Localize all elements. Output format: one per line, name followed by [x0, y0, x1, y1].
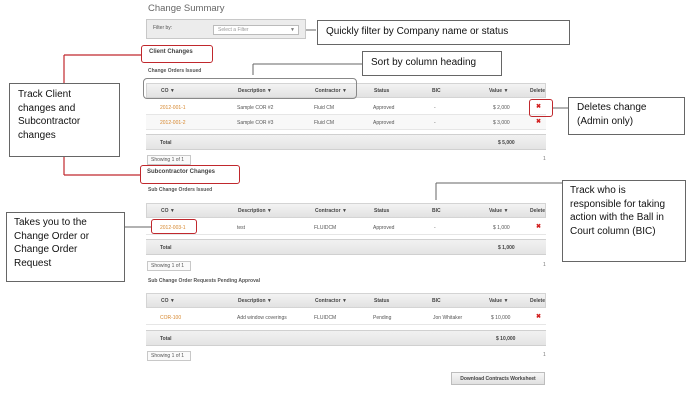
client-changes-subtitle: Change Orders Issued [148, 68, 202, 74]
total-label: Total [160, 245, 172, 251]
description-cell: Sample COR #3 [237, 120, 274, 126]
page-number[interactable]: 1 [543, 156, 546, 162]
download-worksheet-button[interactable]: Download Contracts Worksheet [451, 372, 545, 385]
sort-icon: ▼ [169, 208, 175, 214]
pending-total-row: Total $ 10,000 [146, 330, 546, 346]
sort-headers-highlight [143, 78, 357, 99]
total-value: $ 10,000 [496, 336, 516, 342]
sort-icon: ▼ [341, 298, 347, 304]
column-header-description[interactable]: Description ▼ [238, 298, 272, 304]
client-changes-highlight [141, 45, 213, 63]
delete-icon[interactable]: ✖ [536, 313, 541, 320]
contractor-cell: FLUIDCM [314, 315, 337, 321]
pending-table-header: CO ▼ Description ▼ Contractor ▼ Status B… [146, 293, 546, 308]
bic-cell: - [434, 225, 436, 231]
column-header-delete: Delete [530, 208, 546, 214]
sort-icon: ▼ [169, 298, 175, 304]
column-header-status[interactable]: Status [374, 298, 389, 304]
co-link[interactable]: 2012-001-2 [160, 120, 186, 126]
delete-icon[interactable]: ✖ [536, 223, 541, 230]
sort-icon: ▼ [266, 298, 272, 304]
value-cell: $ 1,000 [493, 225, 510, 231]
column-header-contractor[interactable]: Contractor ▼ [315, 208, 347, 214]
column-header-bic[interactable]: BIC [432, 208, 441, 214]
filter-bar: Filter by: Select a Filter ▼ [146, 19, 306, 39]
bic-cell: - [434, 105, 436, 111]
column-header-bic[interactable]: BIC [432, 298, 441, 304]
column-header-co[interactable]: CO ▼ [161, 208, 175, 214]
co-link-highlight [151, 219, 197, 234]
filter-select[interactable]: Select a Filter ▼ [213, 25, 299, 35]
status-cell: Approved [373, 225, 395, 231]
description-cell: Add window coverings [237, 315, 287, 321]
page-title: Change Summary [148, 3, 225, 14]
total-label: Total [160, 140, 172, 146]
bic-cell: Jon Whitaker [433, 315, 463, 321]
sort-icon: ▼ [341, 208, 347, 214]
filter-placeholder: Select a Filter [218, 27, 249, 33]
callout-sort: Sort by column heading [362, 51, 502, 76]
status-cell: Approved [373, 105, 395, 111]
column-header-description[interactable]: Description ▼ [238, 208, 272, 214]
description-cell: test [237, 225, 246, 231]
column-header-contractor[interactable]: Contractor ▼ [315, 298, 347, 304]
contractor-cell: FLUIDCM [314, 225, 337, 231]
filter-label: Filter by: [153, 25, 173, 31]
pending-requests-subtitle: Sub Change Order Requests Pending Approv… [148, 278, 261, 284]
sort-icon: ▼ [503, 88, 509, 94]
subcontractor-changes-highlight [140, 165, 240, 184]
co-link[interactable]: 2012-001-1 [160, 105, 186, 111]
column-header-co[interactable]: CO ▼ [161, 298, 175, 304]
callout-bic: Track who is responsible for taking acti… [562, 180, 686, 262]
sort-icon: ▼ [503, 208, 509, 214]
delete-icon[interactable]: ✖ [536, 118, 541, 125]
value-cell: $ 2,000 [493, 105, 510, 111]
status-cell: Approved [373, 120, 395, 126]
co-link[interactable]: COR-100 [160, 315, 181, 321]
table-row: 2012-001-2 Sample COR #3 Fluid CM Approv… [146, 115, 546, 130]
callout-filter: Quickly filter by Company name or status [317, 20, 570, 45]
pagination-info: Showing 1 of 1 [147, 155, 191, 165]
column-header-value[interactable]: Value ▼ [489, 88, 508, 94]
column-header-delete: Delete [530, 88, 546, 94]
column-header-bic[interactable]: BIC [432, 88, 441, 94]
sort-icon: ▼ [266, 208, 272, 214]
value-cell: $ 3,000 [493, 120, 510, 126]
column-header-delete: Delete [530, 298, 546, 304]
pagination-info: Showing 1 of 1 [147, 261, 191, 271]
page-number[interactable]: 1 [543, 352, 546, 358]
callout-deletes: Deletes change (Admin only) [568, 97, 685, 135]
status-cell: Pending [373, 315, 392, 321]
description-cell: Sample COR #2 [237, 105, 274, 111]
contractor-cell: Fluid CM [314, 105, 335, 111]
column-header-status[interactable]: Status [374, 88, 389, 94]
chevron-down-icon: ▼ [290, 27, 295, 33]
column-header-status[interactable]: Status [374, 208, 389, 214]
bic-cell: - [434, 120, 436, 126]
sub-table-header: CO ▼ Description ▼ Contractor ▼ Status B… [146, 203, 546, 218]
table-row: 2012-003-1 test FLUIDCM Approved - $ 1,0… [146, 220, 546, 235]
column-header-value[interactable]: Value ▼ [489, 208, 508, 214]
total-value: $ 5,000 [498, 140, 515, 146]
total-value: $ 1,000 [498, 245, 515, 251]
pagination-info: Showing 1 of 1 [147, 351, 191, 361]
callout-track-changes: Track Client changes and Subcontractor c… [9, 83, 120, 157]
client-total-row: Total $ 5,000 [146, 134, 546, 150]
sort-icon: ▼ [503, 298, 509, 304]
table-row: 2012-001-1 Sample COR #2 Fluid CM Approv… [146, 100, 546, 115]
column-header-value[interactable]: Value ▼ [489, 298, 508, 304]
contractor-cell: Fluid CM [314, 120, 335, 126]
sub-total-row: Total $ 1,000 [146, 239, 546, 255]
table-row: COR-100 Add window coverings FLUIDCM Pen… [146, 310, 546, 325]
callout-takes-you: Takes you to the Change Order or Change … [6, 212, 125, 282]
value-cell: $ 10,000 [491, 315, 511, 321]
delete-highlight [529, 99, 553, 117]
subcontractor-changes-subtitle: Sub Change Orders Issued [148, 187, 213, 193]
total-label: Total [160, 336, 172, 342]
page-number[interactable]: 1 [543, 262, 546, 268]
